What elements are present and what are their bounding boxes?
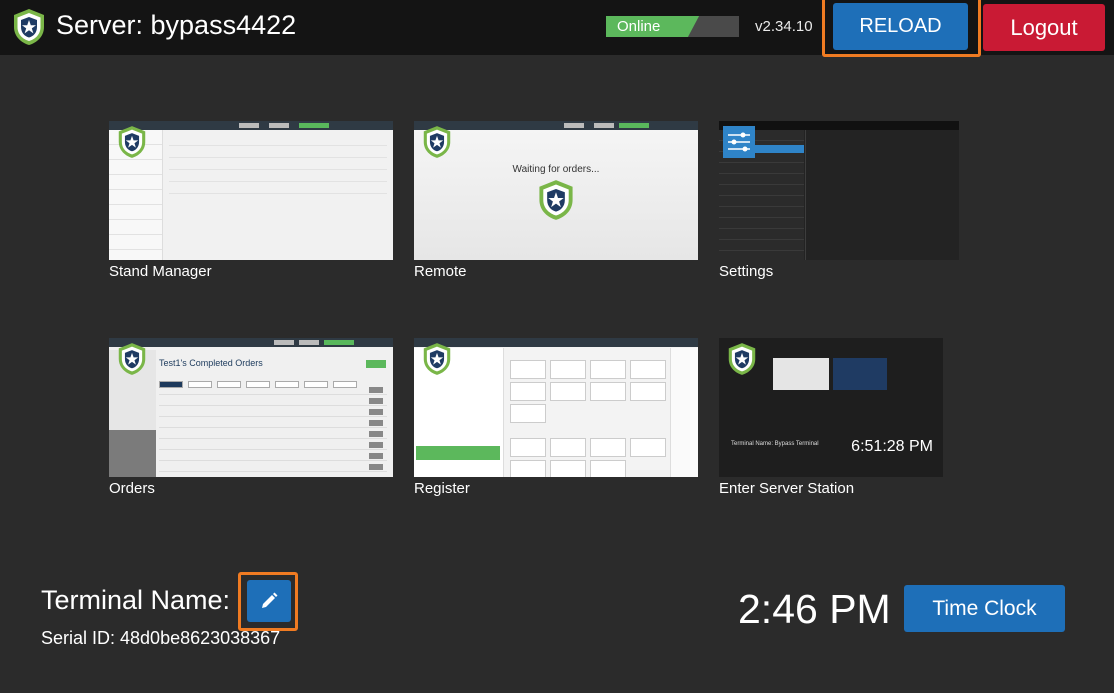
tile-register[interactable]: Register bbox=[414, 338, 698, 498]
logout-button[interactable]: Logout bbox=[983, 4, 1105, 51]
tile-label: Stand Manager bbox=[109, 263, 212, 280]
reload-button[interactable]: RELOAD bbox=[833, 3, 968, 50]
app-version: v2.34.10 bbox=[755, 18, 813, 35]
shield-star-logo-icon bbox=[14, 9, 44, 45]
tile-settings[interactable]: Settings bbox=[719, 121, 959, 281]
server-station-thumbnail: Terminal Name: Bypass Terminal 6:51:28 P… bbox=[719, 338, 943, 477]
tile-enter-server-station[interactable]: Terminal Name: Bypass Terminal 6:51:28 P… bbox=[719, 338, 943, 498]
tile-label: Orders bbox=[109, 480, 155, 497]
register-thumbnail bbox=[414, 338, 698, 477]
tile-orders[interactable]: Test1's Completed Orders Orders bbox=[109, 338, 393, 498]
remote-thumbnail: Waiting for orders... bbox=[414, 121, 698, 260]
stand-manager-thumbnail bbox=[109, 121, 393, 260]
orders-thumbnail-title: Test1's Completed Orders bbox=[159, 358, 263, 368]
server-title: Server: bypass4422 bbox=[56, 10, 297, 40]
serial-id: Serial ID: 48d0be8623038367 bbox=[41, 628, 281, 648]
shield-star-icon bbox=[539, 180, 573, 220]
shield-star-icon bbox=[423, 343, 451, 375]
tile-label: Enter Server Station bbox=[719, 480, 855, 497]
current-time: 2:46 PM bbox=[738, 586, 891, 632]
connection-status-label: Online bbox=[617, 18, 661, 35]
tile-label: Register bbox=[414, 480, 470, 497]
tile-label: Settings bbox=[719, 263, 774, 280]
tile-remote[interactable]: Waiting for orders... Remote bbox=[414, 121, 698, 281]
settings-thumbnail bbox=[719, 121, 959, 260]
tile-stand-manager[interactable]: Stand Manager bbox=[109, 121, 393, 281]
terminal-name-label: Terminal Name: bbox=[41, 585, 231, 615]
orders-thumbnail: Test1's Completed Orders bbox=[109, 338, 393, 477]
edit-terminal-name-button[interactable] bbox=[247, 580, 291, 622]
server-station-terminal-text: Terminal Name: Bypass Terminal bbox=[731, 441, 819, 447]
shield-star-icon bbox=[728, 343, 756, 375]
shield-star-icon bbox=[423, 126, 451, 158]
connection-status-bar: Online bbox=[606, 16, 739, 37]
top-header: Server: bypass4422 Online v2.34.10 RELOA… bbox=[0, 0, 1114, 57]
tile-label: Remote bbox=[414, 263, 467, 280]
shield-star-icon bbox=[118, 126, 146, 158]
sliders-settings-icon bbox=[723, 126, 755, 158]
pencil-icon bbox=[262, 592, 278, 608]
server-station-time: 6:51:28 PM bbox=[851, 438, 933, 455]
shield-star-icon bbox=[118, 343, 146, 375]
waiting-for-orders-text: Waiting for orders... bbox=[512, 164, 600, 175]
time-clock-button[interactable]: Time Clock bbox=[904, 585, 1065, 632]
